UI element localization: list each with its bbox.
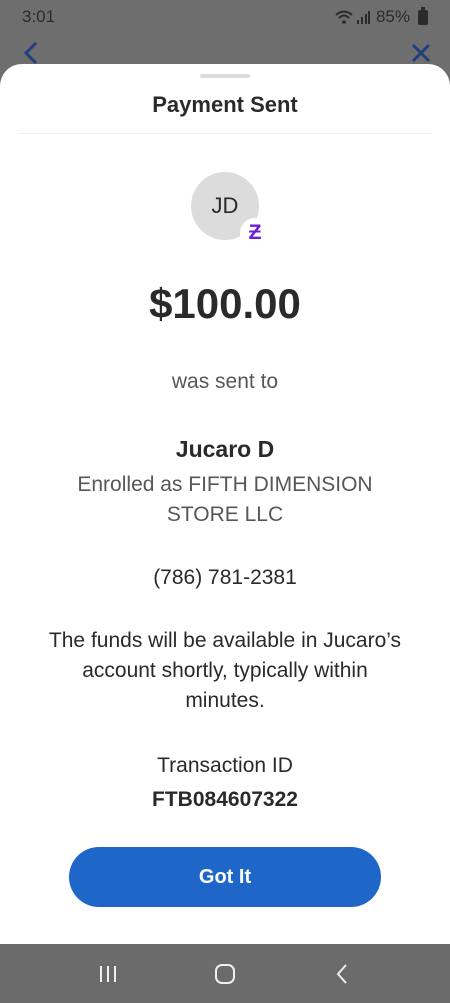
battery-icon: [418, 6, 428, 25]
sheet-grabber[interactable]: [200, 74, 250, 78]
recipient-phone: (786) 781-2381: [153, 566, 297, 589]
back-button[interactable]: [317, 954, 367, 994]
status-time: 3:01: [22, 7, 56, 26]
avatar-initials: JD: [211, 193, 239, 218]
signal-icon: [356, 11, 370, 24]
amount: $100.00: [149, 280, 301, 327]
transaction-id-label: Transaction ID: [157, 754, 293, 777]
back-icon: [336, 963, 347, 984]
transaction-id-value: FTB084607322: [152, 788, 298, 811]
got-it-button[interactable]: Got It: [69, 847, 381, 907]
home-icon: [214, 963, 235, 984]
wifi-icon: [335, 10, 353, 24]
recipient-name: Jucaro D: [175, 436, 275, 462]
funds-availability-note: The funds will be available in Jucaro’s …: [48, 629, 402, 712]
system-nav-bar: [0, 944, 450, 1003]
status-bar: 3:01 85%: [0, 0, 450, 34]
payment-sent-sheet: Payment Sent JD Ƶ $100.00 was sent to Ju…: [0, 64, 450, 944]
battery-percent: 85%: [375, 7, 410, 26]
sheet-title: Payment Sent: [152, 92, 298, 117]
recents-button[interactable]: [83, 954, 133, 994]
recents-icon: [100, 965, 117, 982]
sent-to-label: was sent to: [171, 370, 279, 393]
zelle-icon: Ƶ: [240, 218, 270, 248]
enrolled-as-text: Enrolled as FIFTH DIMENSION STORE LLC: [77, 473, 373, 526]
screen: 3:01 85% Payment Sent JD Ƶ $100.00 was s…: [0, 0, 450, 1003]
home-button[interactable]: [200, 954, 250, 994]
status-right: 85%: [335, 6, 428, 27]
divider: [18, 133, 432, 134]
status-icons: [335, 10, 370, 24]
zelle-glyph: Ƶ: [248, 221, 262, 244]
